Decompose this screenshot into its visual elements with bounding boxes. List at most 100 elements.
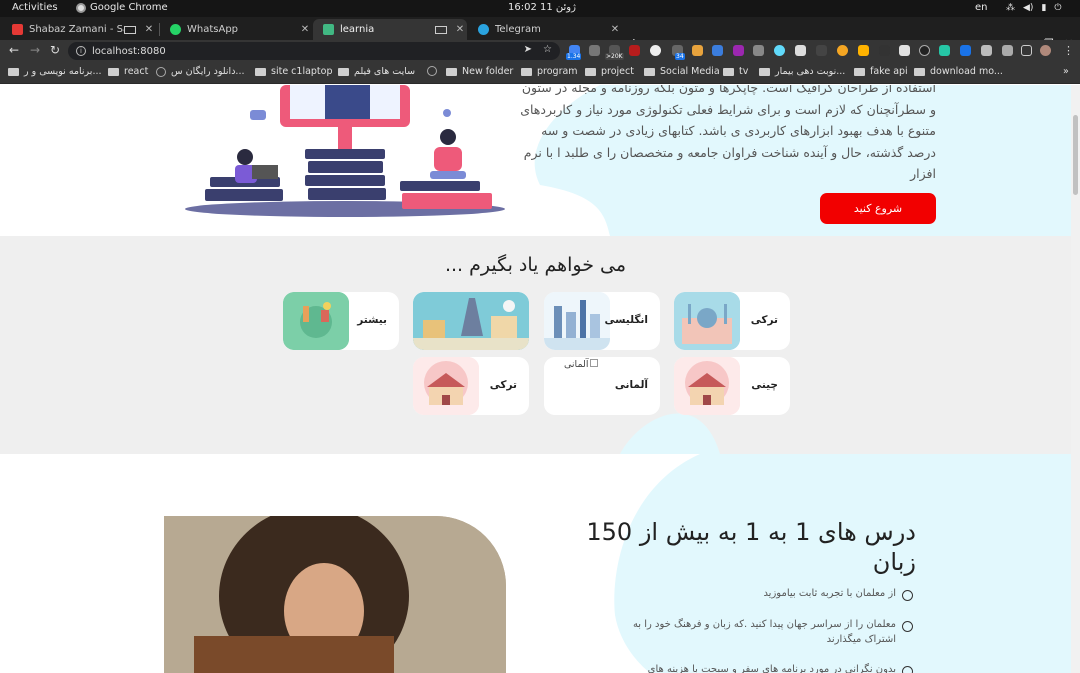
close-tab-icon[interactable]: ✕	[298, 24, 312, 35]
language-card-more[interactable]: بیشتر	[283, 292, 399, 350]
bookmark-item[interactable]	[427, 66, 442, 76]
bookmark-label: download mo...	[930, 66, 1003, 77]
language-card-france[interactable]	[413, 292, 529, 350]
language-label: ترکی	[750, 314, 778, 326]
extension-icon[interactable]	[774, 45, 785, 56]
activities-button[interactable]: Activities	[12, 2, 58, 13]
tab-whatsapp[interactable]: WhatsApp ✕	[160, 19, 312, 40]
language-card-turkish-2[interactable]: ترکی	[413, 357, 529, 415]
feature-item-1: از معلمان با تجربه ثابت بیاموزید	[763, 588, 896, 599]
get-started-button[interactable]: شروع کنید	[820, 193, 936, 224]
bookmark-item[interactable]: download mo...	[914, 66, 1003, 77]
battery-icon: ▮	[1041, 3, 1047, 13]
browser-toolbar: ← → ↻ i localhost:8080 ➤ ☆	[0, 40, 1080, 62]
chrome-menu-icon[interactable]: ⋮	[1063, 44, 1074, 57]
close-tab-icon[interactable]: ✕	[453, 24, 467, 35]
bookmark-item[interactable]: fake api	[854, 66, 908, 77]
bookmark-label: Social Media	[660, 66, 720, 77]
clock[interactable]: 16:02 ژوئن 11	[508, 2, 576, 13]
extension-icon[interactable]	[858, 45, 869, 56]
bookmark-label: fake api	[870, 66, 908, 77]
forward-button[interactable]: →	[30, 43, 40, 57]
bookmark-item[interactable]: سایت های فیلم	[338, 66, 415, 77]
send-to-device-icon[interactable]: ➤	[524, 44, 532, 55]
back-button[interactable]: ←	[9, 43, 19, 57]
language-card-german[interactable]: آلمانی آلمانی	[544, 357, 660, 415]
feature-title: درس های 1 به 1 به بیش از 150 زبان	[586, 518, 916, 576]
language-card-chinese[interactable]: چینی	[674, 357, 790, 415]
bookmarks-bar: برنامه نویسی و ر... react دانلود رایگان …	[0, 62, 1080, 84]
extensions-puzzle-icon[interactable]	[981, 45, 992, 56]
folder-icon	[854, 67, 865, 76]
system-tray[interactable]: ⁂ ◀) ▮ ⏻	[1006, 3, 1062, 13]
extension-icon[interactable]	[879, 45, 890, 56]
address-bar[interactable]: i localhost:8080 ➤ ☆	[68, 42, 560, 60]
language-label: انگلیسی	[604, 314, 648, 326]
close-tab-icon[interactable]: ✕	[608, 24, 622, 35]
extension-icon[interactable]	[899, 45, 910, 56]
bookmark-label: tv	[739, 66, 749, 77]
bookmark-item[interactable]: site c1laptop	[255, 66, 333, 77]
close-tab-icon[interactable]: ✕	[142, 24, 156, 35]
bookmark-item[interactable]: New folder	[446, 66, 513, 77]
profile-avatar[interactable]	[1040, 45, 1051, 56]
globe-icon	[156, 66, 166, 77]
folder-icon	[644, 67, 655, 76]
globe-icon	[427, 66, 437, 76]
feature-item-2: معلمان را از سراسر جهان پیدا کنید .که زب…	[632, 619, 896, 645]
bookmark-label: project	[601, 66, 634, 77]
bookmark-item[interactable]: project	[585, 66, 634, 77]
extension-icon[interactable]	[939, 45, 950, 56]
folder-icon	[914, 67, 925, 76]
keyboard-layout-indicator[interactable]: en	[975, 2, 988, 13]
extension-icon[interactable]	[753, 45, 764, 56]
bookmark-label: نوبت دهی بیمار...	[775, 66, 846, 77]
tab-telegram[interactable]: Telegram ✕	[468, 19, 622, 40]
extension-icon[interactable]	[712, 45, 723, 56]
extension-icon[interactable]	[919, 45, 930, 56]
reading-list-icon[interactable]	[1002, 45, 1013, 56]
side-panel-icon[interactable]	[1021, 45, 1032, 56]
site-info-icon[interactable]: i	[76, 46, 86, 56]
extension-icon[interactable]	[960, 45, 971, 56]
media-playing-icon	[435, 25, 447, 34]
bookmark-item[interactable]: برنامه نویسی و ر...	[8, 66, 102, 77]
telegram-favicon-icon	[478, 24, 489, 35]
bookmark-item[interactable]: program	[521, 66, 578, 77]
extension-icon[interactable]	[733, 45, 744, 56]
folder-icon	[8, 67, 19, 76]
extension-icon[interactable]	[629, 45, 640, 56]
bookmark-item[interactable]: دانلود رایگان س...	[156, 66, 244, 77]
folder-icon	[723, 67, 734, 76]
tab-learnia[interactable]: learnia ✕	[313, 19, 467, 40]
bookmark-item[interactable]: react	[108, 66, 148, 77]
page-scrollbar[interactable]	[1071, 85, 1080, 673]
tab-title: Telegram	[495, 24, 541, 35]
extension-icon[interactable]	[816, 45, 827, 56]
feature-bullet-icon	[902, 666, 913, 673]
extension-icon[interactable]	[692, 45, 703, 56]
language-card-english[interactable]: انگلیسی	[544, 292, 660, 350]
folder-icon	[585, 67, 596, 76]
whatsapp-favicon-icon	[170, 24, 181, 35]
extension-badge: >20K	[605, 53, 624, 60]
url-text: localhost:8080	[92, 45, 166, 57]
tab-shabaz-zamani[interactable]: Shabaz Zamani - Sarka ✕	[2, 19, 156, 40]
reload-button[interactable]: ↻	[50, 43, 60, 57]
app-menu[interactable]: Google Chrome	[76, 2, 168, 13]
language-card-turkish[interactable]: ترکی	[674, 292, 790, 350]
extension-icon[interactable]	[795, 45, 806, 56]
bookmark-item[interactable]: tv	[723, 66, 748, 77]
extension-icon[interactable]	[650, 45, 661, 56]
extension-badge: 1.34	[566, 53, 582, 60]
more-bookmarks-icon[interactable]: »	[1063, 66, 1069, 77]
bookmark-star-icon[interactable]: ☆	[543, 44, 552, 55]
extension-icon[interactable]	[837, 45, 848, 56]
power-icon: ⏻	[1054, 3, 1062, 13]
app-name: Google Chrome	[90, 2, 168, 13]
bookmark-item[interactable]: نوبت دهی بیمار...	[759, 66, 845, 77]
extension-icon[interactable]	[589, 45, 600, 56]
hero-illustration	[185, 85, 505, 217]
bookmark-item[interactable]: Social Media	[644, 66, 720, 77]
scrollbar-thumb[interactable]	[1073, 115, 1078, 195]
